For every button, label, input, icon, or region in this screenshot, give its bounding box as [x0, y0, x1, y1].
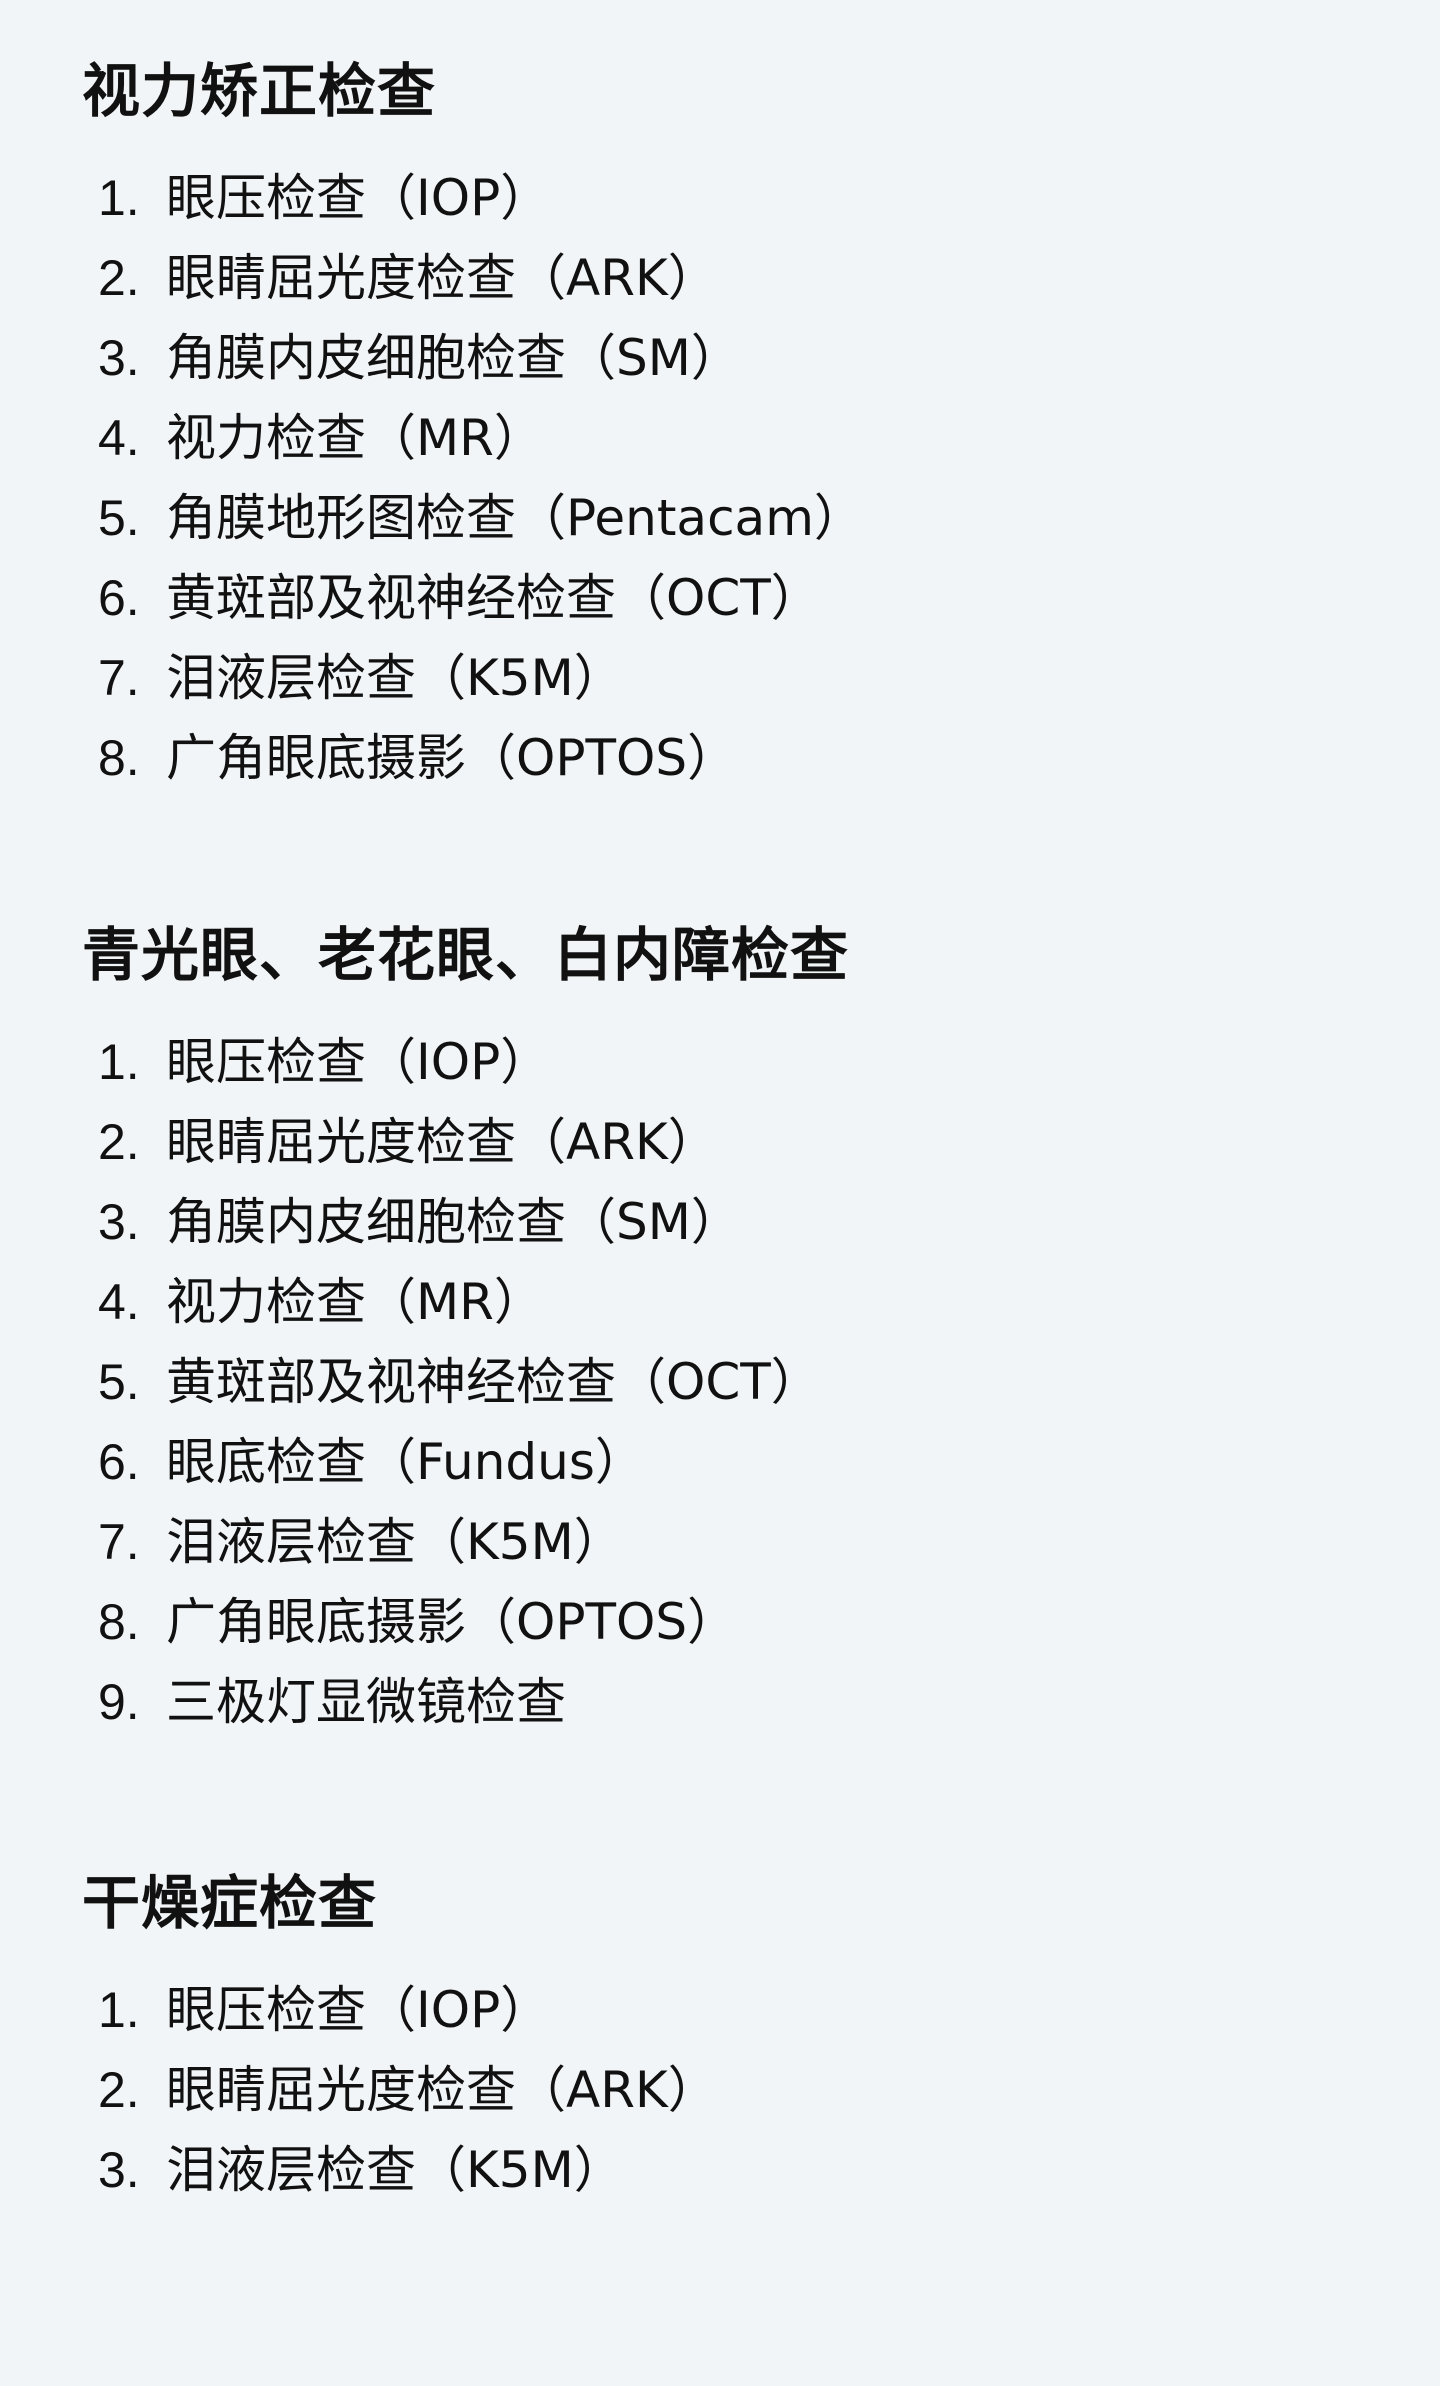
exam-list: 1. 眼压检查（IOP） 2. 眼睛屈光度检查（ARK） 3. 泪液层检查（K5M） — [82, 1970, 1382, 2210]
item-text: 角膜地形图检查（Pentacam） — [166, 489, 864, 547]
section-vision-correction: 视力矫正检查 1. 眼压检查（IOP） 2. 眼睛屈光度检查（ARK） 3. 角膜内皮… — [82, 48, 1382, 798]
section-glaucoma-presbyopia-cataract: 青光眼、老花眼、白内障检查 1. 眼压检查（IOP） 2. 眼睛屈光度检查（ARK）… — [82, 912, 1382, 1742]
item-text: 泪液层检查（K5M） — [166, 2141, 624, 2199]
list-item: 1. 眼压检查（IOP） — [98, 1022, 1382, 1102]
item-number: 6. — [98, 570, 140, 626]
item-number: 5. — [98, 1354, 140, 1410]
item-text: 眼睛屈光度检查（ARK） — [166, 1113, 718, 1171]
item-number: 1. — [98, 1982, 140, 2038]
item-number: 8. — [98, 1594, 140, 1650]
section-title: 干燥症检查 — [82, 1869, 378, 1937]
list-item: 7. 泪液层检查（K5M） — [98, 1502, 1382, 1582]
list-item: 3. 泪液层检查（K5M） — [98, 2130, 1382, 2210]
list-item: 6. 眼底检查（Fundus） — [98, 1422, 1382, 1502]
list-item: 6. 黄斑部及视神经检查（OCT） — [98, 558, 1382, 638]
item-text: 泪液层检查（K5M） — [166, 649, 624, 707]
item-number: 1. — [98, 170, 140, 226]
list-item: 8. 广角眼底摄影（OPTOS） — [98, 718, 1382, 798]
item-text: 广角眼底摄影（OPTOS） — [166, 729, 738, 787]
list-item: 7. 泪液层检查（K5M） — [98, 638, 1382, 718]
item-number: 3. — [98, 1194, 140, 1250]
section-title: 青光眼、老花眼、白内障检查 — [82, 921, 850, 989]
item-text: 泪液层检查（K5M） — [166, 1513, 624, 1571]
item-number: 3. — [98, 330, 140, 386]
item-text: 眼压检查（IOP） — [166, 1033, 551, 1091]
section-title: 视力矫正检查 — [82, 57, 437, 125]
item-number: 7. — [98, 650, 140, 706]
item-text: 广角眼底摄影（OPTOS） — [166, 1593, 738, 1651]
item-text: 三极灯显微镜检查 — [166, 1673, 566, 1731]
list-item: 2. 眼睛屈光度检查（ARK） — [98, 2050, 1382, 2130]
list-item: 5. 黄斑部及视神经检查（OCT） — [98, 1342, 1382, 1422]
list-item: 9. 三极灯显微镜检查 — [98, 1662, 1382, 1742]
item-text: 角膜内皮细胞检查（SM） — [166, 1193, 741, 1251]
item-text: 视力检查（MR） — [166, 409, 544, 467]
exam-list: 1. 眼压检查（IOP） 2. 眼睛屈光度检查（ARK） 3. 角膜内皮细胞检查（SM… — [82, 158, 1382, 798]
item-number: 4. — [98, 410, 140, 466]
item-text: 黄斑部及视神经检查（OCT） — [166, 1353, 821, 1411]
item-text: 角膜内皮细胞检查（SM） — [166, 329, 741, 387]
list-item: 8. 广角眼底摄影（OPTOS） — [98, 1582, 1382, 1662]
item-number: 6. — [98, 1434, 140, 1490]
item-text: 黄斑部及视神经检查（OCT） — [166, 569, 821, 627]
list-item: 3. 角膜内皮细胞检查（SM） — [98, 1182, 1382, 1262]
item-text: 眼压检查（IOP） — [166, 1981, 551, 2039]
item-number: 4. — [98, 1274, 140, 1330]
list-item: 4. 视力检查（MR） — [98, 1262, 1382, 1342]
list-item: 5. 角膜地形图检查（Pentacam） — [98, 478, 1382, 558]
list-item: 1. 眼压检查（IOP） — [98, 1970, 1382, 2050]
item-number: 5. — [98, 490, 140, 546]
item-text: 视力检查（MR） — [166, 1273, 544, 1331]
list-item: 2. 眼睛屈光度检查（ARK） — [98, 238, 1382, 318]
list-item: 2. 眼睛屈光度检查（ARK） — [98, 1102, 1382, 1182]
item-number: 9. — [98, 1674, 140, 1730]
list-item: 1. 眼压检查（IOP） — [98, 158, 1382, 238]
item-text: 眼底检查（Fundus） — [166, 1433, 645, 1491]
list-item: 4. 视力检查（MR） — [98, 398, 1382, 478]
item-text: 眼睛屈光度检查（ARK） — [166, 2061, 718, 2119]
item-number: 2. — [98, 2062, 140, 2118]
item-number: 8. — [98, 730, 140, 786]
list-item: 3. 角膜内皮细胞检查（SM） — [98, 318, 1382, 398]
item-text: 眼睛屈光度检查（ARK） — [166, 249, 718, 307]
item-number: 2. — [98, 1114, 140, 1170]
item-number: 2. — [98, 250, 140, 306]
item-text: 眼压检查（IOP） — [166, 169, 551, 227]
exam-list: 1. 眼压检查（IOP） 2. 眼睛屈光度检查（ARK） 3. 角膜内皮细胞检查（SM… — [82, 1022, 1382, 1742]
section-dry-eye: 干燥症检查 1. 眼压检查（IOP） 2. 眼睛屈光度检查（ARK） 3. 泪液层检查… — [82, 1860, 1382, 2210]
item-number: 1. — [98, 1034, 140, 1090]
item-number: 7. — [98, 1514, 140, 1570]
item-number: 3. — [98, 2142, 140, 2198]
